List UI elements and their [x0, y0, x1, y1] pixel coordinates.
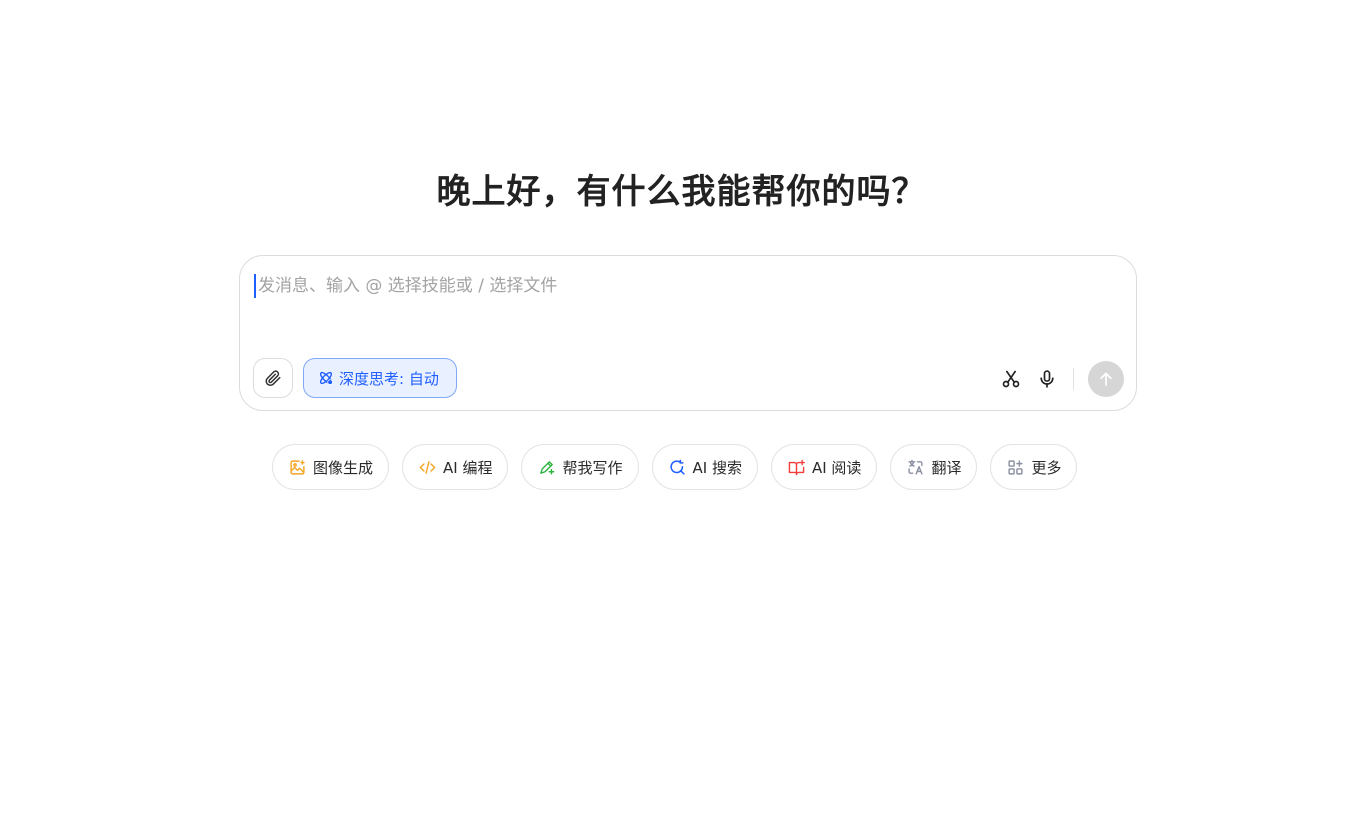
book-icon: [788, 459, 805, 475]
skill-shortcuts: 图像生成 AI 编程 帮我写作 AI 搜索 AI 阅读 翻译 更多: [272, 444, 1090, 490]
skill-ai-reading[interactable]: AI 阅读: [770, 444, 878, 490]
scissors-icon: [1002, 370, 1020, 388]
composer-tools: [989, 361, 1124, 397]
atom-icon: [319, 371, 333, 385]
microphone-icon: [1040, 370, 1054, 388]
skill-ai-coding[interactable]: AI 编程: [402, 444, 509, 490]
skill-label: AI 编程: [443, 458, 493, 477]
skill-label: AI 阅读: [811, 458, 862, 477]
attach-file-button[interactable]: [253, 358, 293, 398]
skill-translate[interactable]: 翻译: [890, 444, 978, 490]
code-icon: [419, 460, 436, 474]
pen-write-icon: [540, 460, 555, 475]
skill-label: 帮我写作: [562, 458, 623, 477]
paperclip-icon: [265, 370, 281, 387]
skill-ai-search[interactable]: AI 搜索: [651, 444, 758, 490]
skill-label: 更多: [1031, 458, 1062, 477]
deep-think-label: 深度思考: 自动: [339, 369, 439, 388]
page: 晚上好，有什么我能帮你的吗？ 深度思考: 自动: [0, 0, 1363, 833]
search-refresh-icon: [669, 459, 685, 475]
skill-image-generation[interactable]: 图像生成: [272, 444, 390, 490]
translate-icon: [908, 459, 924, 475]
more-apps-icon: [1008, 459, 1024, 475]
deep-think-toggle[interactable]: 深度思考: 自动: [303, 358, 457, 398]
skill-writing[interactable]: 帮我写作: [521, 444, 639, 490]
skill-label: AI 搜索: [692, 458, 742, 477]
voice-input-button[interactable]: [1033, 365, 1061, 393]
toolbar-divider: [1073, 368, 1074, 390]
message-input[interactable]: [254, 274, 1118, 298]
screenshot-button[interactable]: [997, 365, 1025, 393]
skill-label: 图像生成: [313, 458, 374, 477]
arrow-up-icon: [1100, 372, 1112, 386]
skill-label: 翻译: [931, 458, 962, 477]
image-generate-icon: [290, 459, 305, 475]
send-button[interactable]: [1088, 361, 1124, 397]
message-composer: 深度思考: 自动: [239, 255, 1137, 411]
skill-more[interactable]: 更多: [990, 444, 1078, 490]
greeting-title: 晚上好，有什么我能帮你的吗？: [436, 172, 927, 212]
